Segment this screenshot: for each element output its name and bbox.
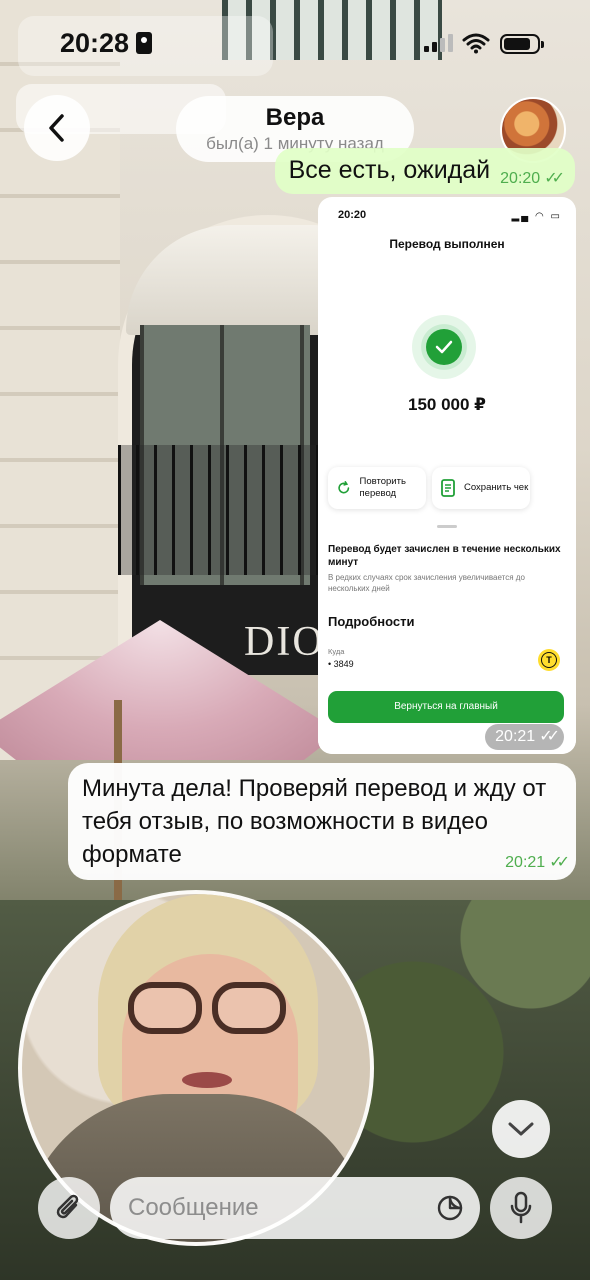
wallpaper-shop-sign: DIO: [244, 619, 325, 665]
back-button[interactable]: [24, 95, 90, 161]
paperclip-icon: [56, 1194, 79, 1219]
read-checkmark-icon: ✓✓: [544, 170, 565, 187]
repeat-icon: [338, 481, 350, 494]
bank-logo-icon: T: [538, 649, 560, 671]
transfer-note: Перевод будет зачислен в течение несколь…: [328, 544, 561, 568]
card-number: • 3849: [328, 659, 354, 669]
video-glasses: [128, 982, 202, 1034]
photo-time: 20:21 ✓✓: [485, 724, 564, 750]
screenshot-title: Перевод выполнен: [389, 237, 505, 251]
receipt-icon: [441, 479, 455, 497]
message-input[interactable]: [110, 1177, 480, 1239]
message-time: 20:21 ✓✓: [505, 854, 570, 871]
screenshot-status-time: 20:20: [338, 209, 367, 221]
read-checkmark-icon: ✓✓: [539, 728, 560, 745]
status-time: 20:28: [60, 28, 130, 58]
where-label: Куда: [328, 647, 345, 656]
voice-record-button[interactable]: [490, 1177, 552, 1239]
return-home-button: Вернуться на главный: [328, 691, 564, 723]
scroll-down-button[interactable]: [492, 1100, 550, 1158]
photo-message[interactable]: 20:20 ▂▄ ◠ ▭ Перевод выполнен 150 000 ₽ …: [318, 197, 576, 754]
video-glasses: [212, 982, 286, 1034]
outgoing-message[interactable]: Все есть, ожидай 20:20 ✓✓: [274, 148, 575, 194]
attach-button[interactable]: [38, 1177, 100, 1239]
message-text: Все есть, ожидай: [288, 156, 491, 184]
transfer-note-sub: В редких случаях срок зачисления увеличи…: [328, 573, 525, 593]
sticker-icon[interactable]: [436, 1194, 464, 1222]
message-time: 20:20 ✓✓: [500, 170, 565, 187]
battery-icon: [500, 34, 544, 54]
read-checkmark-icon: ✓✓: [549, 854, 570, 871]
chevron-down-icon: [508, 1122, 534, 1136]
repeat-transfer-button: Повторить перевод: [328, 467, 426, 509]
outgoing-message[interactable]: Минута дела! Проверяй перевод и жду от т…: [68, 763, 576, 880]
transfer-amount: 150 000 ₽: [407, 395, 486, 414]
checkmark-icon: [426, 329, 462, 365]
save-receipt-button: Сохранить чек: [432, 467, 530, 509]
wifi-icon: [462, 33, 490, 54]
save-receipt-label: Сохранить чек: [464, 482, 529, 493]
repeat-transfer-label: Повторить перевод: [359, 476, 406, 499]
screenshot-status-icons: ▂▄ ◠ ▭: [511, 211, 562, 222]
contact-name: Вера: [265, 104, 325, 131]
wallpaper-railing: [118, 445, 318, 575]
message-text: Минута дела! Проверяй перевод и жду от т…: [82, 775, 547, 868]
microphone-icon: [510, 1191, 532, 1224]
status-bar: 20:28: [0, 0, 590, 90]
lock-icon: [136, 32, 152, 54]
back-icon: [49, 114, 64, 142]
details-title: Подробности: [328, 614, 415, 629]
sheet-handle: [437, 525, 457, 528]
video-mouth: [182, 1072, 232, 1088]
signal-icon: [424, 34, 454, 52]
